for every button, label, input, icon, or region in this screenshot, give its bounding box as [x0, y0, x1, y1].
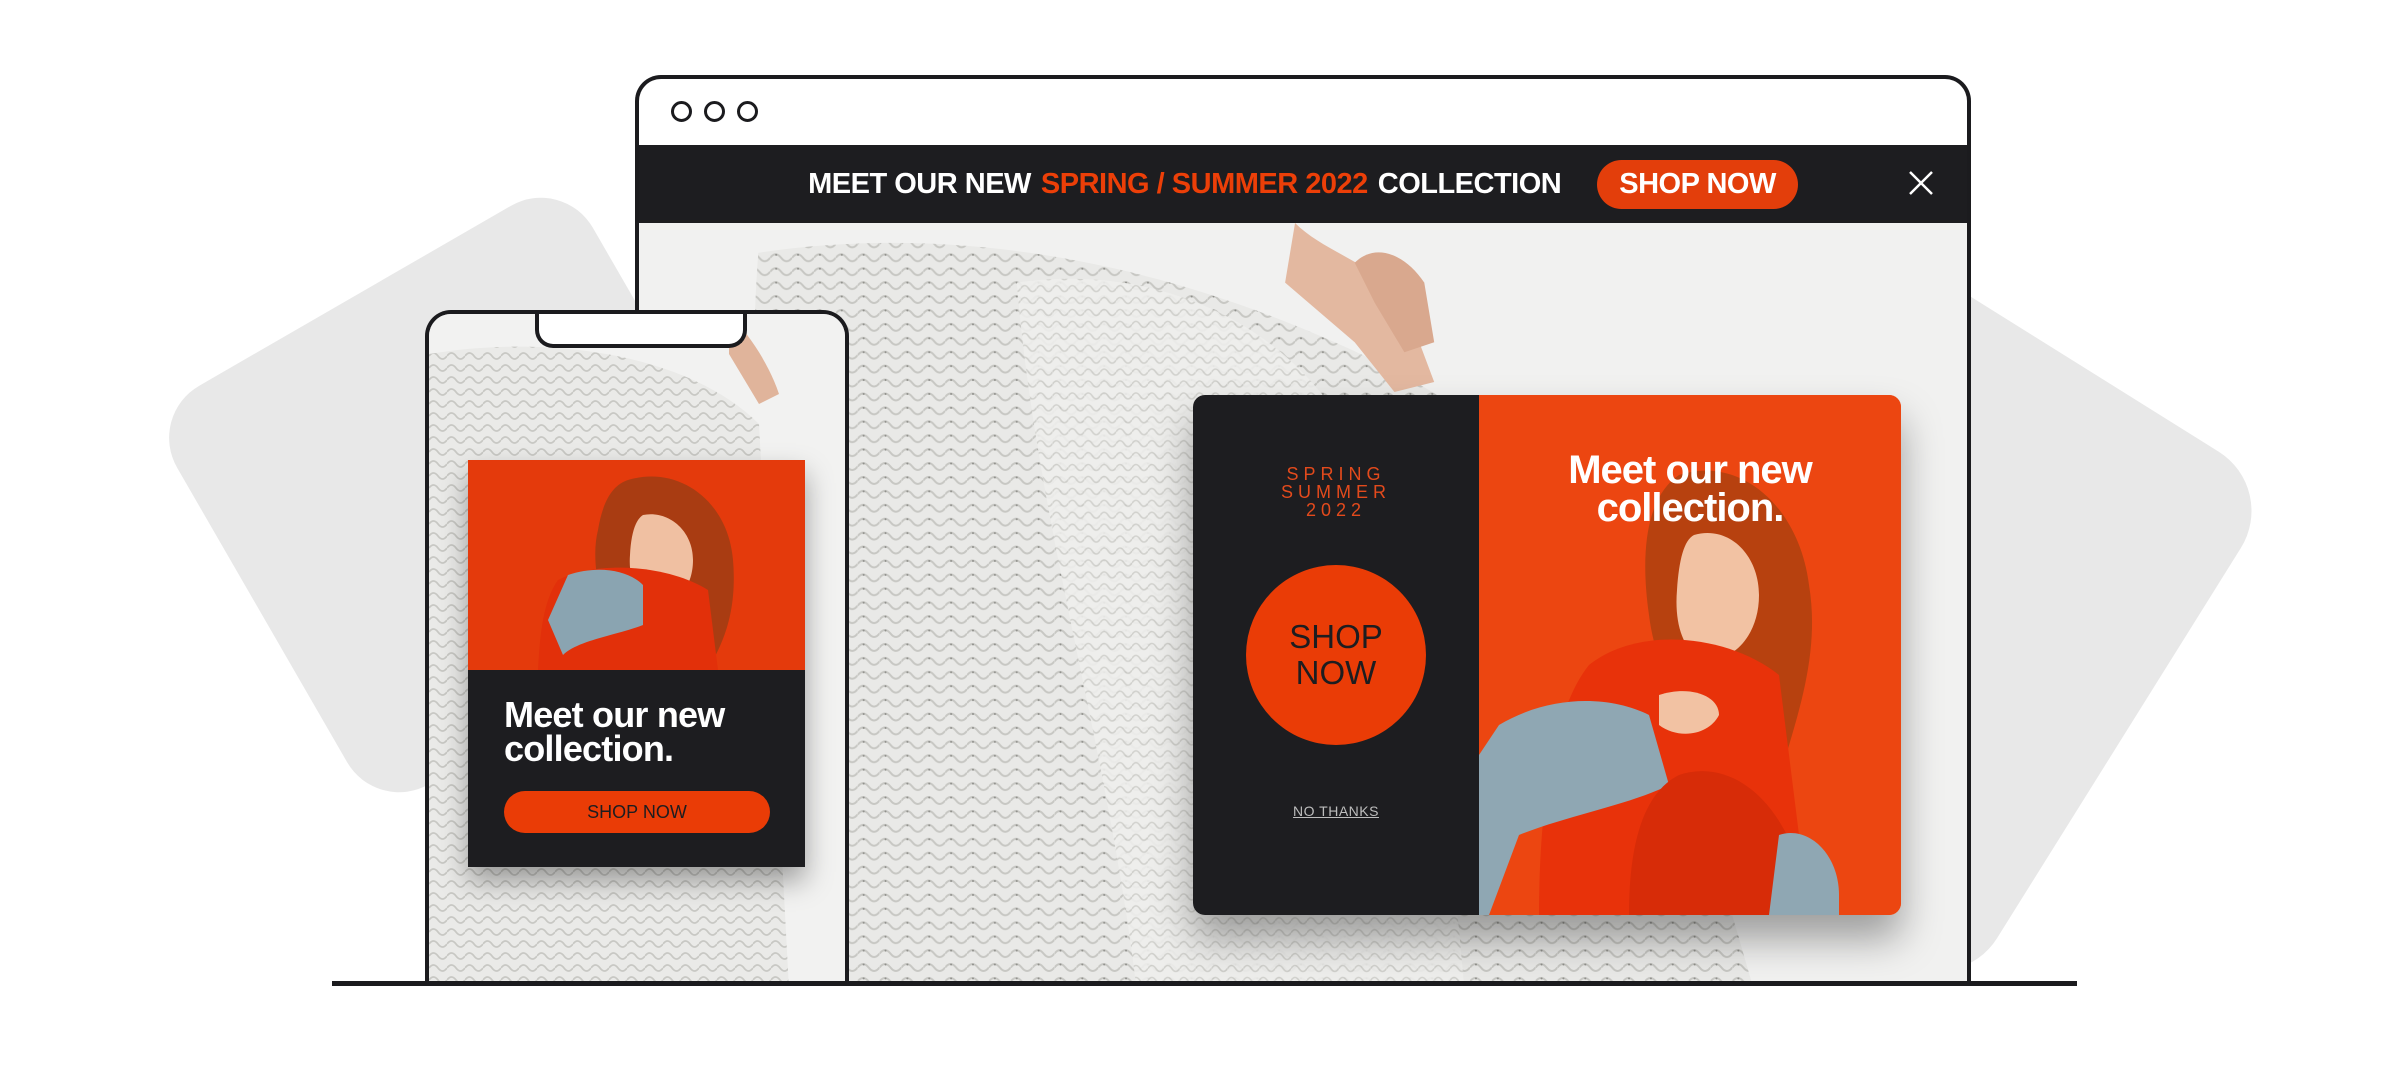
phone-notch	[535, 314, 747, 348]
window-dot-icon[interactable]	[737, 101, 758, 122]
mobile-title-line: collection.	[504, 728, 674, 769]
close-icon[interactable]	[1907, 169, 1935, 197]
mobile-promo-card: Meet our new collection. SHOP NOW	[468, 460, 805, 867]
no-thanks-link[interactable]: NO THANKS	[1193, 803, 1479, 819]
banner-text: MEET OUR NEW SPRING / SUMMER 2022 COLLEC…	[808, 167, 1562, 201]
ground-line	[332, 981, 2077, 986]
mobile-model-photo	[468, 460, 805, 670]
mobile-title: Meet our new collection.	[504, 694, 725, 769]
mobile-card-content: Meet our new collection. SHOP NOW	[468, 670, 805, 867]
popup-cta-line: NOW	[1295, 654, 1377, 691]
popup-left-panel: SPRING SUMMER 2022 SHOP NOW NO THANKS	[1193, 395, 1479, 915]
window-dot-icon[interactable]	[704, 101, 725, 122]
popup-title-line: Meet our new	[1568, 448, 1813, 492]
window-dot-icon[interactable]	[671, 101, 692, 122]
banner-shop-now-button[interactable]: SHOP NOW	[1597, 159, 1798, 209]
promo-banner: MEET OUR NEW SPRING / SUMMER 2022 COLLEC…	[639, 145, 1967, 223]
banner-text-suffix: COLLECTION	[1377, 167, 1562, 200]
popup-shop-now-button[interactable]: SHOP NOW	[1246, 565, 1426, 745]
popup-title-line: collection.	[1596, 486, 1785, 530]
popup-season-line: 2022	[1305, 500, 1367, 520]
banner-text-highlight: SPRING / SUMMER 2022	[1040, 167, 1368, 200]
promo-popup: SPRING SUMMER 2022 SHOP NOW NO THANKS Me…	[1193, 395, 1901, 915]
popup-image-panel: Meet our new collection.	[1479, 395, 1901, 915]
banner-text-prefix: MEET OUR NEW	[808, 167, 1031, 200]
mobile-title-line: Meet our new	[504, 694, 725, 735]
popup-season-line: SPRING	[1286, 464, 1386, 484]
mobile-shop-now-button[interactable]: SHOP NOW	[504, 791, 770, 833]
window-controls	[671, 101, 758, 122]
popup-cta-line: SHOP	[1289, 618, 1383, 655]
popup-season-label: SPRING SUMMER 2022	[1193, 465, 1479, 519]
popup-season-line: SUMMER	[1281, 482, 1391, 502]
popup-title: Meet our new collection.	[1479, 448, 1901, 530]
phone-mockup: Meet our new collection. SHOP NOW	[425, 310, 849, 985]
